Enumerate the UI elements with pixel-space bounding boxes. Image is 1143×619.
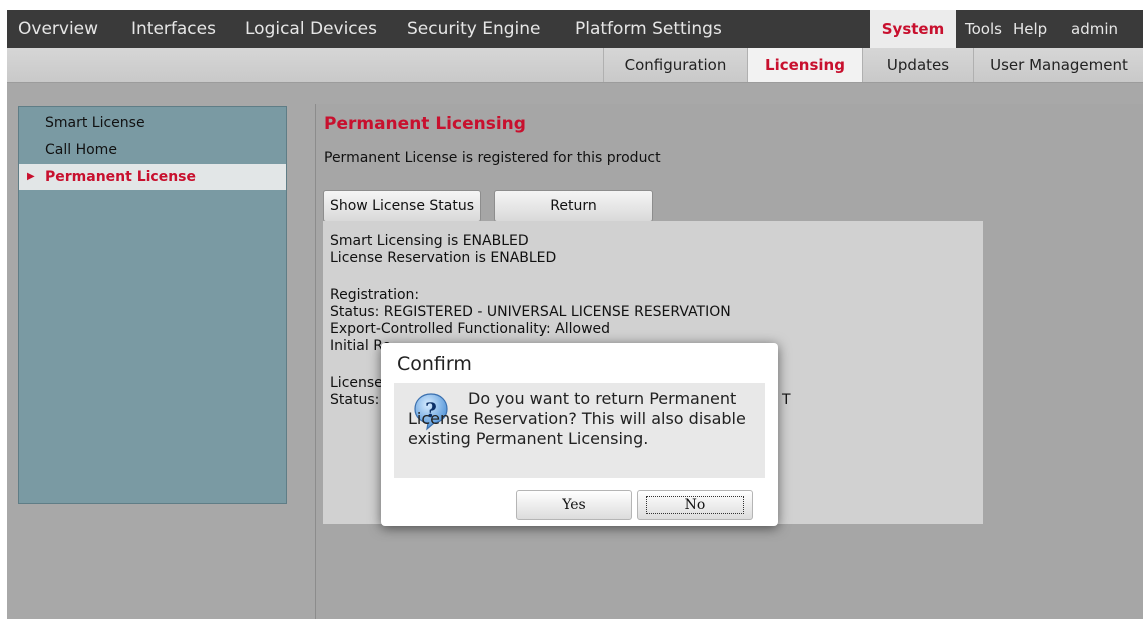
status-line: Smart Licensing is ENABLED xyxy=(330,233,529,249)
page-title: Permanent Licensing xyxy=(324,114,526,134)
show-license-status-button[interactable]: Show License Status xyxy=(323,190,481,222)
status-line: Registration: xyxy=(330,287,420,303)
nav-platform-settings[interactable]: Platform Settings xyxy=(575,10,722,48)
tab-configuration[interactable]: Configuration xyxy=(603,48,747,82)
nav-security-engine[interactable]: Security Engine xyxy=(407,10,540,48)
page-subtitle: Permanent License is registered for this… xyxy=(324,150,661,166)
tab-updates[interactable]: Updates xyxy=(862,48,973,82)
status-line: License Reservation is ENABLED xyxy=(330,250,557,266)
return-button[interactable]: Return xyxy=(494,190,653,222)
no-button[interactable]: No xyxy=(637,490,753,520)
nav-system[interactable]: System xyxy=(870,10,956,48)
dialog-title: Confirm xyxy=(397,353,472,375)
sidebar: Smart License Call Home ▶ Permanent Lice… xyxy=(18,106,287,504)
sidebar-item-label: Call Home xyxy=(45,142,117,158)
tab-licensing[interactable]: Licensing xyxy=(747,48,862,82)
top-nav: Overview Interfaces Logical Devices Secu… xyxy=(7,10,1143,48)
nav-tools[interactable]: Tools xyxy=(965,10,1002,48)
sidebar-item-call-home[interactable]: Call Home xyxy=(19,137,286,163)
nav-logical-devices[interactable]: Logical Devices xyxy=(245,10,377,48)
dialog-body: ? Do you want to return Permanent Licens… xyxy=(394,383,765,478)
nav-help[interactable]: Help xyxy=(1013,10,1047,48)
dialog-message: Do you want to return Permanent License … xyxy=(408,389,746,448)
nav-interfaces[interactable]: Interfaces xyxy=(131,10,216,48)
nav-overview[interactable]: Overview xyxy=(18,10,98,48)
sidebar-item-smart-license[interactable]: Smart License xyxy=(19,110,286,136)
yes-button[interactable]: Yes xyxy=(516,490,632,520)
no-button-label: No xyxy=(645,496,745,514)
sidebar-item-label: Permanent License xyxy=(45,169,196,185)
status-line: T xyxy=(782,392,791,408)
nav-user-admin[interactable]: admin xyxy=(1071,10,1118,48)
status-line: Status: REGISTERED - UNIVERSAL LICENSE R… xyxy=(330,304,731,320)
triangle-right-icon: ▶ xyxy=(27,171,35,182)
app-window: Overview Interfaces Logical Devices Secu… xyxy=(7,10,1143,619)
sub-nav: Configuration Licensing Updates User Man… xyxy=(7,48,1143,83)
status-line: Export-Controlled Functionality: Allowed xyxy=(330,321,611,337)
confirm-dialog: Confirm ? Do you want to return Permanen… xyxy=(381,343,778,526)
sidebar-item-permanent-license[interactable]: ▶ Permanent License xyxy=(19,164,286,190)
tab-user-management[interactable]: User Management xyxy=(973,48,1143,82)
sidebar-item-label: Smart License xyxy=(45,115,145,131)
